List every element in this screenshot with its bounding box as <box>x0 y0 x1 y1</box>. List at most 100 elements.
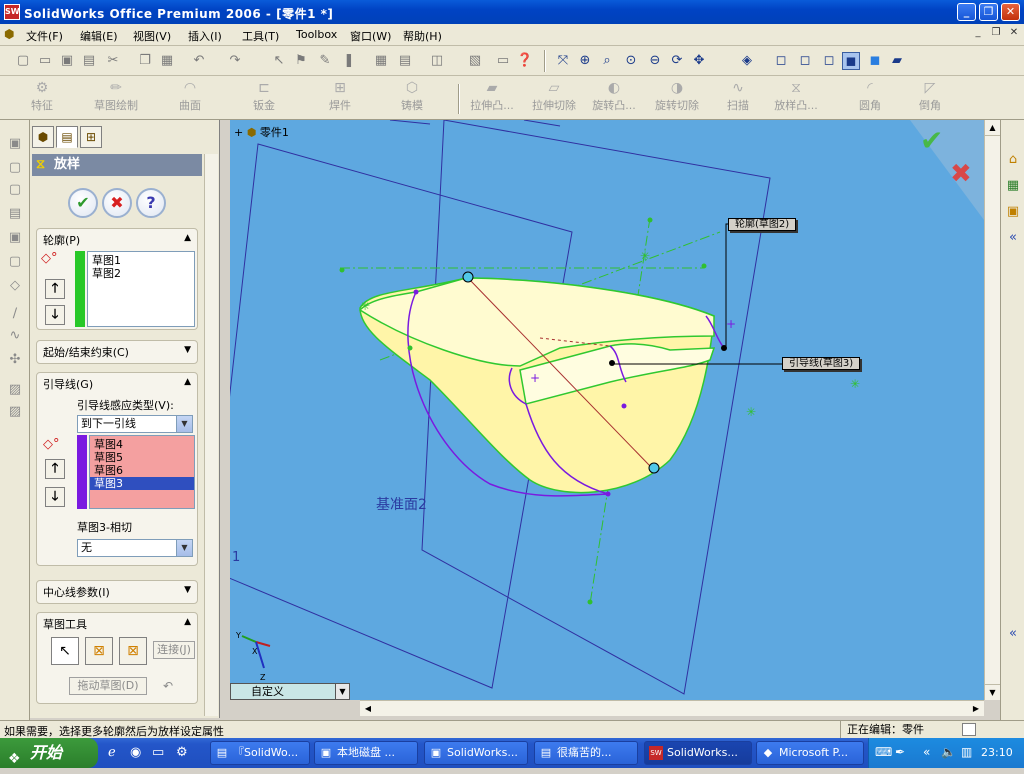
tab-property-manager[interactable]: ▤ <box>56 126 78 148</box>
window-icon[interactable]: ▭ <box>494 52 512 70</box>
start-end-title[interactable]: 起始/结束约束(C) <box>43 344 129 360</box>
profiles-title[interactable]: 轮廓(P) <box>43 232 80 248</box>
scroll-down-icon[interactable]: ▼ <box>985 684 1000 700</box>
zoom-out-icon[interactable]: ⊖ <box>646 52 664 70</box>
mold-button[interactable]: ⬡ 铸模 <box>390 79 434 117</box>
status-indicator[interactable] <box>962 723 976 736</box>
zoom-area-icon[interactable]: ⊕ <box>576 52 594 70</box>
shaded-icon[interactable]: ◼ <box>866 52 884 70</box>
guide-type-select[interactable]: 到下一引线 ▼ <box>77 415 193 433</box>
copy-icon[interactable]: ❐ <box>136 52 154 70</box>
plane-icon[interactable]: ▨ <box>6 382 24 400</box>
list-item[interactable]: 草图5 <box>94 451 123 464</box>
tab-configuration-manager[interactable]: ⊞ <box>80 126 102 148</box>
boss-icon[interactable]: ▣ <box>6 136 24 154</box>
start-end-group[interactable]: 起始/结束约束(C) ▼ <box>36 340 198 364</box>
menu-help[interactable]: 帮助(H) <box>403 28 442 44</box>
cut-icon[interactable]: ✂ <box>104 52 122 70</box>
view-selector[interactable]: 自定义 ▼ <box>230 683 350 700</box>
properties-icon[interactable]: ▧ <box>466 52 484 70</box>
drag-sketch-button[interactable]: 拖动草图(D) <box>69 677 147 695</box>
collapse-pane-icon[interactable]: « <box>1004 230 1022 248</box>
profile-callout[interactable]: 轮廓(草图2) <box>728 218 797 231</box>
expand-icon[interactable]: ▼ <box>184 585 191 595</box>
list-item[interactable]: 草图4 <box>94 438 123 451</box>
document-icon[interactable]: ⬢ <box>4 27 20 43</box>
tangency-select[interactable]: 无 ▼ <box>77 539 193 557</box>
sketch-point[interactable] <box>587 599 593 605</box>
collapse-icon[interactable]: ▲ <box>184 617 191 627</box>
sketch-grid-icon[interactable]: ▦ <box>372 52 390 70</box>
shell-icon[interactable]: ▢ <box>6 182 24 200</box>
sketch-point[interactable] <box>339 267 345 273</box>
help-button[interactable]: ? <box>136 188 166 218</box>
drag-sketch-tool-button[interactable]: ⊠ <box>119 637 147 665</box>
options-icon[interactable]: ❚ <box>340 52 358 70</box>
move-up-button[interactable]: 🡑 <box>45 459 65 479</box>
sketch-point[interactable] <box>621 403 627 409</box>
expand-pane-icon[interactable]: « <box>1004 626 1022 644</box>
task-button[interactable]: ▣ 本地磁盘 ... <box>314 741 418 765</box>
expand-icon[interactable]: + <box>234 126 243 139</box>
task-button[interactable]: ▤ 很痛苦的... <box>534 741 638 765</box>
loft-boss-button[interactable]: ⧖ 放样凸... <box>768 79 824 117</box>
pm-scrollbar[interactable] <box>204 154 218 716</box>
chamfer-button[interactable]: ◸ 倒角 <box>912 79 948 117</box>
cancel-button[interactable]: ✖ <box>102 188 132 218</box>
sketch-tools-title[interactable]: 草图工具 <box>43 616 87 632</box>
model-view[interactable]: ✔ ✖ ✳ ✳ ✳ ✳ + + <box>230 120 984 700</box>
scroll-right-icon[interactable]: ▶ <box>968 701 984 716</box>
connect-button[interactable]: 连接(J) <box>153 641 195 659</box>
mdi-restore-button[interactable]: ❐ <box>988 27 1004 41</box>
sketch-point[interactable] <box>605 491 611 497</box>
mdi-minimize-button[interactable]: _ <box>970 27 986 41</box>
paste-icon[interactable]: ▦ <box>158 52 176 70</box>
mdi-close-button[interactable]: ✕ <box>1006 27 1022 41</box>
menu-insert[interactable]: 插入(I) <box>188 28 222 44</box>
redo-icon[interactable]: ↷ <box>226 52 244 70</box>
minimize-button[interactable]: _ <box>957 3 976 21</box>
task-button-active[interactable]: SW SolidWorks... <box>644 741 752 765</box>
speaker-icon[interactable]: 🔈 <box>941 745 956 759</box>
home-icon[interactable]: ⌂ <box>1004 152 1022 170</box>
list-item[interactable]: 草图2 <box>92 267 121 280</box>
list-item[interactable]: 草图1 <box>92 254 121 267</box>
save-icon[interactable]: ▣ <box>58 52 76 70</box>
profiles-list[interactable]: 草图1 草图2 <box>87 251 195 327</box>
dome-icon[interactable]: ▢ <box>6 254 24 272</box>
collapse-icon[interactable]: ▲ <box>184 233 191 243</box>
menu-window[interactable]: 窗口(W) <box>350 28 391 44</box>
ie-icon[interactable]: ℯ <box>108 745 116 760</box>
weldments-button[interactable]: ⊞ 焊件 <box>318 79 362 117</box>
sketch-button[interactable]: ✏ 草图绘制 <box>86 79 146 117</box>
sketch-point[interactable] <box>647 217 653 223</box>
help-icon[interactable]: ❓ <box>516 52 534 70</box>
select-icon[interactable]: ↖ <box>270 52 288 70</box>
sketch-point[interactable] <box>609 360 615 366</box>
undo-icon[interactable]: ↶ <box>163 679 173 693</box>
sketch-point[interactable] <box>701 263 707 269</box>
keyboard-icon[interactable]: ⌨ <box>875 745 892 759</box>
point-icon[interactable]: ✣ <box>6 352 24 370</box>
chevron-down-icon[interactable]: ▼ <box>176 416 192 432</box>
clock[interactable]: 23:10 <box>981 746 1013 759</box>
network-icon[interactable]: ▥ <box>961 745 972 759</box>
hidden-lines-visible-icon[interactable]: ◻ <box>796 52 814 70</box>
start-button[interactable]: ❖ 开始 <box>0 738 98 768</box>
connector-handle[interactable] <box>462 271 474 283</box>
zoom-selection-icon[interactable]: ⊙ <box>622 52 640 70</box>
guide-callout[interactable]: 引导线(草图3) <box>782 357 861 370</box>
revolve-cut-button[interactable]: ◑ 旋转切除 <box>650 79 704 117</box>
wireframe-icon[interactable]: ◻ <box>772 52 790 70</box>
library-icon[interactable]: ▦ <box>1004 178 1022 196</box>
scroll-up-icon[interactable]: ▲ <box>985 120 1000 136</box>
horizontal-scrollbar[interactable]: ◀ ▶ <box>360 700 984 716</box>
flex-icon[interactable]: ◇ <box>6 278 24 296</box>
axis-icon[interactable]: ▨ <box>6 404 24 422</box>
move-down-button[interactable]: 🡓 <box>45 305 65 325</box>
media-player-icon[interactable]: ◉ <box>130 745 141 760</box>
menu-file[interactable]: 文件(F) <box>26 28 63 44</box>
scroll-left-icon[interactable]: ◀ <box>360 701 376 716</box>
confirm-ok-icon[interactable]: ✔ <box>920 124 943 157</box>
extrude-boss-button[interactable]: ▰ 拉伸凸... <box>464 79 520 117</box>
